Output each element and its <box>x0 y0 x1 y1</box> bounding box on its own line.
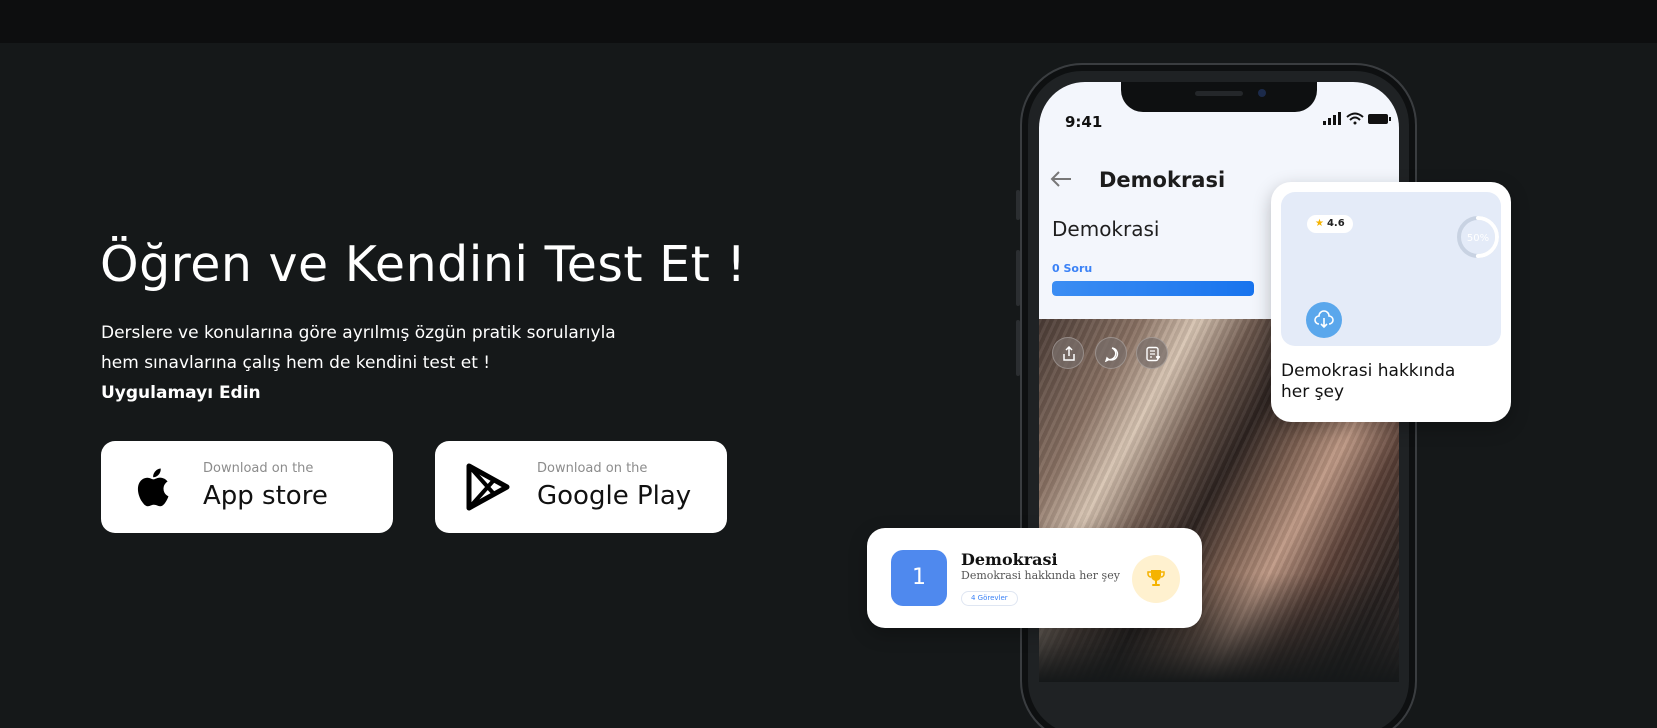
share-icon <box>1063 346 1075 361</box>
course-number: 1 <box>891 550 947 606</box>
topic-info-card[interactable]: ★ 4.6 50% Demokrasi hakkında her şey <box>1271 182 1511 422</box>
status-time: 9:41 <box>1065 113 1103 131</box>
comment-icon <box>1104 347 1119 362</box>
course-card[interactable]: 1 Demokrasi Demokrasi hakkında her şey 4… <box>867 528 1202 628</box>
cloud-download-icon <box>1314 310 1334 329</box>
google-play-icon <box>466 463 510 511</box>
tasks-chip: 4 Görevler <box>961 591 1018 606</box>
progress-ring-label: 50% <box>1467 233 1489 244</box>
topic-card-cover: ★ 4.6 50% <box>1281 192 1501 346</box>
trophy-icon <box>1147 570 1165 586</box>
hero-description-line-1: Derslere ve konularına göre ayrılmış özg… <box>101 323 616 343</box>
question-count: 0 Soru <box>1052 262 1093 275</box>
topic-card-caption: Demokrasi hakkında her şey <box>1281 361 1481 403</box>
hero-title: Öğren ve Kendini Test Et ! <box>100 236 747 293</box>
progress-fill <box>1052 281 1254 296</box>
notch-speaker <box>1195 91 1243 96</box>
app-store-caption: Download on the <box>203 461 314 476</box>
battery-icon <box>1368 114 1391 124</box>
progress-ring: 50% <box>1457 216 1499 258</box>
trophy-badge <box>1132 555 1180 603</box>
apple-icon <box>137 468 169 507</box>
app-store-button[interactable]: Download on the App store <box>101 441 393 533</box>
hero-description: Derslere ve konularına göre ayrılmış özg… <box>101 318 616 408</box>
signal-icon <box>1323 112 1341 125</box>
share-button[interactable] <box>1052 337 1084 369</box>
wifi-icon <box>1346 112 1364 125</box>
course-subtitle: Demokrasi hakkında her şey <box>961 569 1120 582</box>
star-icon: ★ <box>1315 218 1324 229</box>
notch-camera <box>1258 89 1266 97</box>
back-arrow-icon[interactable] <box>1050 170 1072 188</box>
app-store-label: App store <box>203 481 328 511</box>
phone-volume-up <box>1016 250 1020 306</box>
status-icons <box>1323 112 1391 125</box>
hero-description-line-2: hem sınavlarına çalış hem de kendini tes… <box>101 353 491 373</box>
list-heart-icon <box>1146 346 1161 362</box>
google-play-label: Google Play <box>537 481 692 511</box>
download-button[interactable] <box>1306 302 1342 338</box>
top-bar <box>0 0 1657 43</box>
google-play-caption: Download on the <box>537 461 648 476</box>
screen-nav-title: Demokrasi <box>1099 168 1226 192</box>
phone-notch <box>1121 82 1317 112</box>
rating-badge: ★ 4.6 <box>1307 215 1353 233</box>
comment-button[interactable] <box>1095 337 1127 369</box>
topic-card-caption-line-1: Demokrasi hakkında <box>1281 361 1456 381</box>
phone-side-button <box>1016 190 1020 220</box>
rating-value: 4.6 <box>1326 218 1345 229</box>
phone-volume-down <box>1016 320 1020 376</box>
screen-section-title: Demokrasi <box>1052 217 1160 241</box>
course-title: Demokrasi <box>961 550 1058 569</box>
google-play-button[interactable]: Download on the Google Play <box>435 441 727 533</box>
progress-bar <box>1052 281 1254 296</box>
hero-cta-text: Uygulamayı Edin <box>101 383 261 403</box>
saved-list-button[interactable] <box>1136 337 1168 369</box>
topic-card-caption-line-2: her şey <box>1281 382 1345 402</box>
